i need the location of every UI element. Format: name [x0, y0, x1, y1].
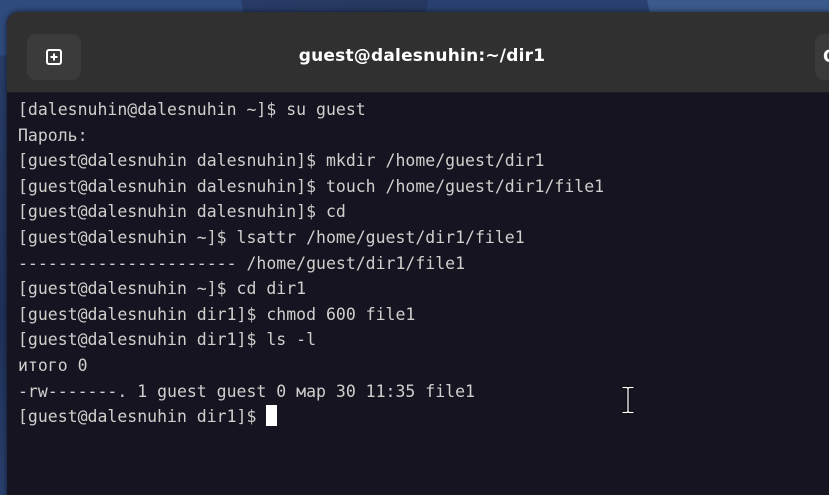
terminal-line: [guest@dalesnuhin dalesnuhin]$ cd — [18, 202, 346, 222]
text-cursor — [266, 405, 278, 427]
search-icon: Q — [823, 47, 829, 67]
prompt-line[interactable]: [guest@dalesnuhin dir1]$ — [18, 404, 829, 430]
terminal-line: [guest@dalesnuhin dir1]$ ls -l — [18, 330, 317, 350]
terminal-line: итого 0 — [18, 355, 88, 375]
terminal-line: [dalesnuhin@dalesnuhin ~]$ su guest — [18, 100, 366, 119]
terminal-line: Пароль: — [18, 125, 88, 145]
search-button[interactable]: Q — [815, 34, 829, 80]
i-beam-cursor-icon — [621, 386, 635, 414]
terminal-line: -rw-------. 1 guest guest 0 мар 30 11:35… — [18, 381, 475, 401]
terminal-line: [guest@dalesnuhin ~]$ lsattr /home/guest… — [18, 227, 525, 247]
terminal-line: [guest@dalesnuhin dalesnuhin]$ touch /ho… — [18, 176, 605, 196]
window-title: guest@dalesnuhin:~/dir1 — [298, 46, 546, 66]
terminal-output[interactable]: [dalesnuhin@dalesnuhin ~]$ su guest Паро… — [7, 97, 829, 495]
terminal-line: [guest@dalesnuhin dir1]$ chmod 600 file1 — [18, 304, 416, 324]
title-bar[interactable]: guest@dalesnuhin:~/dir1 Q — [7, 12, 829, 93]
shell-prompt: [guest@dalesnuhin dir1]$ — [18, 407, 267, 427]
desktop-background: guest@dalesnuhin:~/dir1 Q [dalesnuhin@da… — [0, 0, 829, 495]
terminal-line: ---------------------- /home/guest/dir1/… — [18, 253, 466, 273]
terminal-line: [guest@dalesnuhin ~]$ cd dir1 — [18, 279, 307, 299]
terminal-window: guest@dalesnuhin:~/dir1 Q [dalesnuhin@da… — [7, 12, 829, 495]
terminal-line: [guest@dalesnuhin dalesnuhin]$ mkdir /ho… — [18, 151, 545, 171]
